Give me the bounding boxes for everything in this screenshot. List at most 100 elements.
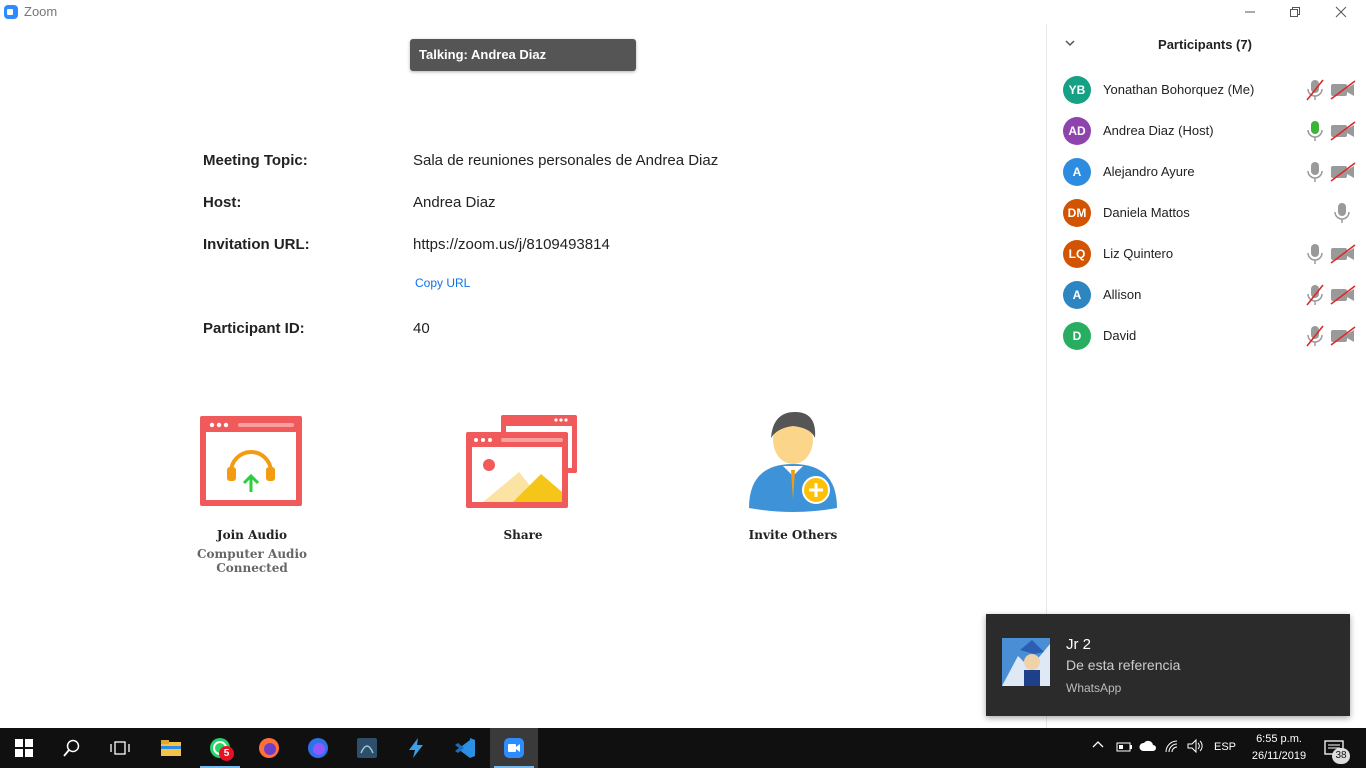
participant-row[interactable]: DM Daniela Mattos	[1047, 192, 1366, 233]
avatar: DM	[1063, 199, 1091, 227]
video-off-icon[interactable]	[1330, 285, 1356, 305]
vscode-icon	[455, 738, 475, 758]
avatar: YB	[1063, 76, 1091, 104]
participants-title: Participants (7)	[1158, 37, 1252, 52]
talking-indicator: Talking: Andrea Diaz	[410, 39, 636, 71]
close-button[interactable]	[1318, 0, 1364, 24]
taskbar-zoom[interactable]	[490, 728, 538, 768]
invite-others-icon	[749, 412, 837, 512]
restore-button[interactable]	[1272, 0, 1318, 24]
mysql-workbench-icon	[357, 738, 377, 758]
whatsapp-unread-badge: 5	[219, 746, 234, 761]
participant-row[interactable]: A Allison	[1047, 274, 1366, 315]
avatar: D	[1063, 322, 1091, 350]
participant-name: Liz Quintero	[1103, 246, 1174, 261]
notification-body: De esta referencia	[1066, 657, 1181, 673]
restore-icon	[1290, 7, 1300, 17]
avatar: LQ	[1063, 240, 1091, 268]
mic-muted-icon[interactable]	[1305, 79, 1325, 101]
clock[interactable]: 6:55 p.m. 26/11/2019	[1240, 731, 1318, 765]
participant-row[interactable]: D David	[1047, 315, 1366, 356]
windows-icon	[15, 739, 33, 757]
onedrive-status[interactable]	[1139, 740, 1157, 755]
taskbar-mysql-workbench[interactable]	[343, 728, 391, 768]
join-audio-icon	[200, 416, 302, 506]
participant-name: Allison	[1103, 287, 1142, 302]
participant-row[interactable]: YB Yonathan Bohorquez (Me)	[1047, 69, 1366, 110]
taskbar: ESP	[0, 728, 1366, 768]
video-off-icon[interactable]	[1330, 121, 1356, 141]
taskbar-file-explorer[interactable]	[147, 728, 195, 768]
task-view-button[interactable]	[96, 728, 144, 768]
video-off-icon[interactable]	[1330, 244, 1356, 264]
input-language[interactable]: ESP	[1214, 741, 1236, 753]
invitation-url-value: https://zoom.us/j/8109493814	[413, 236, 610, 253]
participant-row[interactable]: AD Andrea Diaz (Host)	[1047, 110, 1366, 151]
collapse-panel-button[interactable]	[1064, 37, 1078, 51]
share-icon	[466, 415, 577, 508]
taskbar-firefox-developer[interactable]	[294, 728, 342, 768]
wifi-icon	[1165, 740, 1178, 753]
invitation-url-label: Invitation URL:	[203, 236, 310, 253]
join-audio-button[interactable]: Join Audio Computer Audio Connected	[172, 410, 332, 575]
copy-url-link[interactable]: Copy URL	[415, 276, 470, 290]
participant-name: David	[1103, 328, 1137, 343]
participant-name: Alejandro Ayure	[1103, 164, 1195, 179]
firefox-icon	[259, 738, 279, 758]
avatar: A	[1063, 158, 1091, 186]
notification-app: WhatsApp	[1066, 681, 1122, 695]
host-label: Host:	[203, 194, 242, 211]
show-hidden-icons[interactable]	[1092, 739, 1104, 752]
firefox-developer-icon	[308, 738, 328, 758]
participant-name: Daniela Mattos	[1103, 205, 1190, 220]
clock-date: 26/11/2019	[1251, 750, 1307, 762]
share-button[interactable]: Share	[443, 410, 603, 542]
zoom-app-icon	[4, 5, 18, 19]
window-title: Zoom	[24, 4, 58, 19]
clock-time: 6:55 p.m.	[1256, 733, 1302, 745]
minimize-button[interactable]	[1227, 0, 1273, 24]
video-off-icon[interactable]	[1330, 80, 1356, 100]
invite-others-label: Invite Others	[748, 528, 838, 542]
volume-control[interactable]	[1187, 738, 1205, 756]
mic-muted-icon[interactable]	[1305, 325, 1325, 347]
search-icon	[63, 739, 80, 757]
microphone-icon[interactable]	[1305, 120, 1325, 142]
search-button[interactable]	[48, 728, 96, 768]
taskbar-firefox[interactable]	[245, 728, 293, 768]
lightning-icon	[409, 738, 423, 758]
battery-status[interactable]	[1114, 740, 1132, 757]
notification-title: Jr 2	[1066, 636, 1092, 653]
title-bar: Zoom	[0, 0, 1366, 24]
participant-row[interactable]: LQ Liz Quintero	[1047, 233, 1366, 274]
microphone-icon[interactable]	[1332, 202, 1352, 224]
notification-thumbnail	[1002, 638, 1050, 686]
join-audio-status: Computer Audio Connected	[196, 547, 308, 575]
wifi-status[interactable]	[1164, 739, 1180, 756]
avatar: A	[1063, 281, 1091, 309]
invite-others-button[interactable]: Invite Others	[713, 410, 873, 542]
meeting-topic-label: Meeting Topic:	[203, 152, 308, 169]
microphone-icon[interactable]	[1305, 161, 1325, 183]
avatar: AD	[1063, 117, 1091, 145]
taskbar-lightning-app[interactable]	[392, 728, 440, 768]
folder-icon	[161, 740, 181, 756]
join-audio-label: Join Audio	[216, 528, 288, 542]
notification-count-badge: 38	[1332, 748, 1350, 764]
whatsapp-notification[interactable]: Jr 2 De esta referencia WhatsApp	[986, 614, 1350, 716]
taskbar-vscode[interactable]	[441, 728, 489, 768]
participant-name: Andrea Diaz (Host)	[1103, 123, 1214, 138]
video-off-icon[interactable]	[1330, 162, 1356, 182]
participant-id-label: Participant ID:	[203, 320, 305, 337]
zoom-window: Zoom Talking: Andrea Diaz Meeting Topic:…	[0, 0, 1366, 768]
microphone-icon[interactable]	[1305, 243, 1325, 265]
battery-icon	[1116, 742, 1132, 752]
volume-icon	[1187, 738, 1203, 754]
start-button[interactable]	[0, 728, 48, 768]
chevron-up-icon	[1092, 741, 1104, 748]
participant-name: Yonathan Bohorquez (Me)	[1103, 82, 1255, 97]
participant-id-value: 40	[413, 320, 430, 337]
mic-muted-icon[interactable]	[1305, 284, 1325, 306]
video-off-icon[interactable]	[1330, 326, 1356, 346]
participant-row[interactable]: A Alejandro Ayure	[1047, 151, 1366, 192]
